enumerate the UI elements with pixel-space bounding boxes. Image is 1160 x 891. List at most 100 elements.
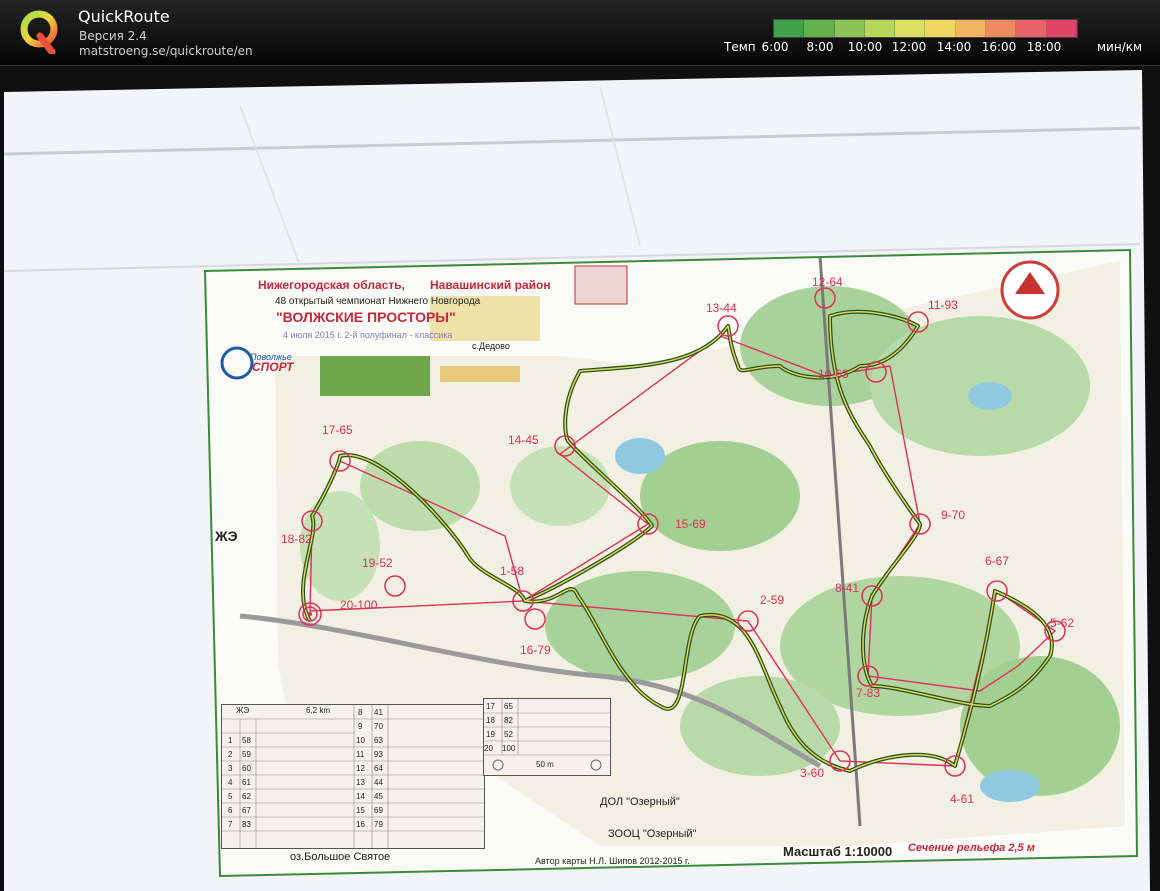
pace-tick: 16:00 — [981, 40, 1017, 54]
pace-color-swatch — [1046, 20, 1077, 37]
row-num: 14 — [356, 792, 365, 801]
row-num: 15 — [356, 806, 365, 815]
pace-color-swatch — [986, 20, 1017, 37]
control-label: 4-61 — [950, 792, 975, 806]
pace-tick: 10:00 — [847, 40, 883, 54]
pace-tick: 18:00 — [1026, 40, 1062, 54]
row-code: 60 — [242, 764, 251, 773]
row-code: 79 — [374, 820, 383, 829]
map-title: "ВОЛЖСКИЕ ПРОСТОРЫ" — [276, 309, 456, 325]
app-url-link[interactable]: matstroeng.se/quickroute/en — [79, 44, 253, 58]
row-code: 63 — [374, 736, 383, 745]
pace-color-swatch — [804, 20, 835, 37]
app-name: QuickRoute — [78, 7, 170, 26]
row-num: 16 — [356, 820, 365, 829]
row-num: 2 — [228, 750, 233, 759]
control-label: 8-41 — [835, 581, 860, 595]
camp-label-2: ЗООЦ "Озерный" — [608, 828, 697, 840]
app-header-bar: QuickRoute Версия 2.4 matstroeng.se/quic… — [0, 0, 1160, 66]
row-num: 19 — [486, 730, 495, 739]
row-code: 45 — [374, 792, 383, 801]
row-num: 11 — [356, 750, 365, 759]
row-code: 65 — [504, 702, 513, 711]
pace-color-scale — [773, 19, 1078, 38]
row-code: 41 — [374, 708, 383, 717]
pace-color-swatch — [895, 20, 926, 37]
control-label: 3-60 — [800, 766, 825, 780]
row-num: 13 — [356, 778, 365, 787]
row-code: 62 — [242, 792, 251, 801]
pace-color-swatch — [774, 20, 805, 37]
table-group: ЖЭ — [236, 706, 250, 715]
row-code: 83 — [242, 820, 251, 829]
pace-tick: 14:00 — [936, 40, 972, 54]
control-label: 7-83 — [856, 686, 881, 700]
row-code: 58 — [242, 736, 251, 745]
map-canvas[interactable]: Нижегородская область, Навашинский район… — [0, 66, 1160, 891]
pace-unit: мин/км — [1097, 40, 1143, 54]
row-num: 7 — [228, 820, 233, 829]
control-label: 6-67 — [985, 554, 1010, 568]
row-code: 70 — [374, 722, 383, 731]
row-code: 52 — [504, 730, 513, 739]
finish-distance: 50 m — [536, 760, 554, 769]
row-num: 1 — [228, 736, 233, 745]
table-distance: 6,2 km — [306, 706, 331, 715]
map-village: с.Дедово — [472, 341, 510, 351]
row-code: 100 — [502, 744, 516, 753]
map-author: Автор карты Н.Л. Шипов 2012-2015 г. — [535, 856, 690, 866]
row-num: 12 — [356, 764, 365, 773]
control-label: 19-52 — [362, 556, 393, 570]
row-num: 3 — [228, 764, 233, 773]
row-num: 20 — [484, 744, 493, 753]
map-district: Навашинский район — [430, 278, 551, 292]
row-code: 59 — [242, 750, 251, 759]
row-code: 67 — [242, 806, 251, 815]
row-num: 9 — [358, 722, 363, 731]
control-label: 16-79 — [520, 643, 551, 657]
control-label: 14-45 — [508, 433, 539, 447]
pace-tick: 8:00 — [806, 40, 834, 54]
pace-color-swatch — [925, 20, 956, 37]
row-num: 17 — [486, 702, 495, 711]
row-code: 64 — [374, 764, 383, 773]
camp-label-1: ДОЛ "Озерный" — [600, 796, 680, 808]
control-label: 9-70 — [941, 508, 966, 522]
row-code: 82 — [504, 716, 513, 725]
control-label: 15-69 — [675, 517, 706, 531]
control-label: 1-58 — [500, 564, 525, 578]
pace-tick: 6:00 — [761, 40, 789, 54]
control-label: 18-82 — [281, 532, 312, 546]
control-label: 10-63 — [818, 367, 849, 381]
map-scale: Масштаб 1:10000 — [783, 844, 893, 859]
control-label: 12-64 — [812, 275, 843, 289]
row-num: 8 — [358, 708, 363, 717]
control-label: 5-62 — [1050, 616, 1075, 630]
map-region: Нижегородская область, — [258, 278, 405, 292]
control-label: 11-93 — [928, 298, 958, 312]
pace-color-swatch — [834, 20, 865, 37]
control-label: 2-59 — [760, 593, 785, 607]
control-label: 20-100 — [340, 598, 378, 612]
map-event: 48 открытый чемпионат Нижнего Новгорода — [275, 296, 481, 307]
control-label: 13-44 — [706, 301, 737, 315]
pace-tick: 12:00 — [891, 40, 927, 54]
map-date: 4 июля 2015 г. 2-й полуфинал - классика — [283, 330, 453, 340]
course-group: ЖЭ — [215, 528, 238, 544]
row-num: 10 — [356, 736, 365, 745]
control-description-table: ЖЭ 6,2 km 1 58 2 59 3 60 4 61 5 62 6 67 … — [221, 704, 485, 849]
quickroute-logo-icon — [20, 10, 58, 54]
control-label: 17-65 — [322, 423, 353, 437]
row-code: 44 — [374, 778, 383, 787]
control-description-table-2: 17 65 18 82 19 52 20 100 50 m — [483, 698, 611, 776]
description-grid — [222, 705, 484, 848]
lake-label: оз.Большое Святое — [290, 851, 391, 863]
pace-color-swatch — [1016, 20, 1047, 37]
pace-color-swatch — [955, 20, 987, 37]
row-num: 4 — [228, 778, 233, 787]
contour-interval: Сечение рельефа 2,5 м — [908, 842, 1035, 854]
pace-label: Темп — [724, 40, 756, 54]
app-version: Версия 2.4 — [79, 29, 147, 43]
row-num: 5 — [228, 792, 233, 801]
row-code: 93 — [374, 750, 383, 759]
